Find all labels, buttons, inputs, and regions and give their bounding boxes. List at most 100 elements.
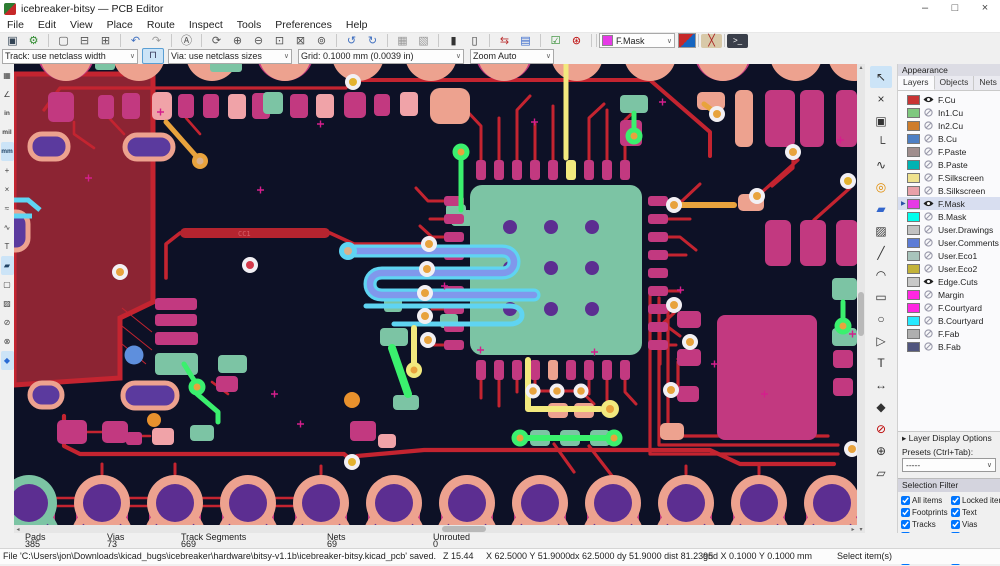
draw-arc-tool-icon[interactable]: ◠	[870, 264, 892, 286]
eye-off-icon[interactable]	[923, 121, 935, 130]
layer-color-swatch[interactable]	[907, 133, 920, 144]
layer-row-f-silkscreen[interactable]: F.Silkscreen	[898, 171, 1000, 184]
zoom-out-button[interactable]: ⊖	[248, 34, 269, 48]
layer-color-split-icon[interactable]	[678, 33, 696, 48]
find-button[interactable]: Ⓐ	[176, 34, 197, 48]
layer-color-swatch[interactable]	[907, 224, 920, 235]
draw-line-tool-icon[interactable]: ╱	[870, 242, 892, 264]
layer-row-in2-cu[interactable]: In2.Cu	[898, 119, 1000, 132]
eye-off-icon[interactable]	[923, 147, 935, 156]
tab-objects[interactable]: Objects	[935, 76, 975, 90]
checkbox[interactable]	[901, 508, 910, 517]
drill-origin-tool-icon[interactable]: ⊕	[870, 440, 892, 462]
unlock-button[interactable]: ▯	[464, 34, 485, 48]
print-button[interactable]: ⊟	[74, 34, 95, 48]
route-diff-pairs-tool-icon[interactable]: ∿	[870, 154, 892, 176]
route-tracks-tool-icon[interactable]: └	[870, 132, 892, 154]
layer-color-swatch[interactable]	[907, 328, 920, 339]
measure-tool-icon[interactable]: ▱	[870, 462, 892, 484]
maximize-button[interactable]: □	[940, 0, 970, 18]
menu-place[interactable]: Place	[100, 18, 140, 32]
checkbox[interactable]	[901, 520, 910, 529]
layer-row-f-courtyard[interactable]: F.Courtyard	[898, 301, 1000, 314]
layer-color-swatch[interactable]	[907, 289, 920, 300]
ratsnest-curved-icon[interactable]: ≈	[1, 199, 14, 218]
layer-row-f-paste[interactable]: F.Paste	[898, 145, 1000, 158]
refresh-view-button[interactable]: ⟳	[206, 34, 227, 48]
eye-off-icon[interactable]	[923, 251, 935, 260]
highlight-net-tool-icon[interactable]: ×	[870, 88, 892, 110]
zoom-selection-button[interactable]: ⊠	[290, 34, 311, 48]
layer-color-swatch[interactable]	[907, 302, 920, 313]
units-inches-icon[interactable]: in	[1, 104, 14, 123]
units-mils-icon[interactable]: mil	[1, 123, 14, 142]
layer-row-b-mask[interactable]: B.Mask	[898, 210, 1000, 223]
via-size-combo[interactable]: Via: use netclass sizes ∨	[168, 48, 292, 64]
minimize-button[interactable]: –	[910, 0, 940, 18]
layer-color-swatch[interactable]	[907, 198, 920, 209]
layer-color-swatch[interactable]	[907, 94, 920, 105]
vertical-scroll-thumb[interactable]	[858, 292, 864, 336]
filter-text[interactable]: Text	[951, 507, 1000, 518]
layer-row-b-cu[interactable]: B.Cu	[898, 132, 1000, 145]
units-mm-icon[interactable]: mm	[0, 142, 14, 161]
eye-off-icon[interactable]	[923, 173, 935, 182]
layer-row-f-fab[interactable]: F.Fab	[898, 327, 1000, 340]
lock-button[interactable]: ▮	[443, 34, 464, 48]
draw-polygon-tool-icon[interactable]: ▷	[870, 330, 892, 352]
board-setup-button[interactable]: ⚙	[23, 34, 44, 48]
filter-locked-items[interactable]: Locked items	[951, 495, 1000, 506]
add-rule-area-tool-icon[interactable]: ▨	[870, 220, 892, 242]
layer-row-f-mask[interactable]: ▶ F.Mask	[898, 197, 1000, 210]
plot-button[interactable]: ⊞	[95, 34, 116, 48]
eye-off-icon[interactable]	[923, 108, 935, 117]
eye-off-icon[interactable]	[923, 134, 935, 143]
layer-row-margin[interactable]: Margin	[898, 288, 1000, 301]
layer-color-swatch[interactable]	[907, 107, 920, 118]
track-posture-toggle[interactable]: ⊓	[142, 48, 164, 64]
presets-combo[interactable]: ----- ∨	[902, 458, 996, 472]
zone-hatch-display-icon[interactable]: ▨	[1, 294, 14, 313]
eye-icon[interactable]	[923, 277, 935, 286]
vias-outline-icon[interactable]: ⊗	[1, 332, 14, 351]
eye-icon[interactable]	[923, 95, 935, 104]
add-zone-tool-icon[interactable]: ▰	[870, 198, 892, 220]
high-contrast-mode-icon[interactable]: ◆	[0, 351, 14, 370]
filter-tracks[interactable]: Tracks	[901, 519, 951, 530]
close-button[interactable]: ×	[970, 0, 1000, 18]
zoom-fit-button[interactable]: ⊡	[269, 34, 290, 48]
eye-off-icon[interactable]	[923, 329, 935, 338]
layer-color-swatch[interactable]	[907, 341, 920, 352]
zoom-combo[interactable]: Zoom Auto ∨	[470, 48, 554, 64]
select-tool-icon[interactable]: ↖	[870, 66, 892, 88]
layer-color-swatch[interactable]	[907, 159, 920, 170]
track-width-combo[interactable]: Track: use netclass width ∨	[2, 48, 138, 64]
zone-fill-display-icon[interactable]: ▰	[0, 256, 14, 275]
pads-outline-icon[interactable]: ⊘	[1, 313, 14, 332]
eye-icon[interactable]	[923, 199, 935, 208]
net-trace-cc1[interactable]	[180, 228, 330, 238]
delete-tool-icon[interactable]: ⊘	[870, 418, 892, 440]
layer-color-swatch[interactable]	[907, 172, 920, 183]
npth-hole[interactable]	[124, 345, 144, 365]
checkbox[interactable]	[951, 496, 960, 505]
new-board-button[interactable]: ▢	[53, 34, 74, 48]
grid-combo[interactable]: Grid: 0.1000 mm (0.0039 in) ∨	[298, 48, 464, 64]
ungroup-button[interactable]: ▧	[413, 34, 434, 48]
group-button[interactable]: ▦	[392, 34, 413, 48]
layer-color-swatch[interactable]	[907, 250, 920, 261]
scroll-left-icon[interactable]: ◂	[14, 526, 22, 533]
rotate-cw-button[interactable]: ↻	[362, 34, 383, 48]
draw-circle-tool-icon[interactable]: ○	[870, 308, 892, 330]
layer-color-swatch[interactable]	[907, 276, 920, 287]
layer-row-user-comments[interactable]: User.Comments	[898, 236, 1000, 249]
eye-off-icon[interactable]	[923, 303, 935, 312]
pcb-canvas[interactable]: CC1	[14, 64, 857, 525]
layer-row-in1-cu[interactable]: In1.Cu	[898, 106, 1000, 119]
active-layer-combo[interactable]: F.Mask ∨	[599, 33, 675, 48]
menu-inspect[interactable]: Inspect	[182, 18, 230, 32]
menu-file[interactable]: File	[0, 18, 31, 32]
menu-view[interactable]: View	[63, 18, 100, 32]
add-via-tool-icon[interactable]: ◎	[870, 176, 892, 198]
net-highlight-icon[interactable]: ∿	[1, 218, 14, 237]
